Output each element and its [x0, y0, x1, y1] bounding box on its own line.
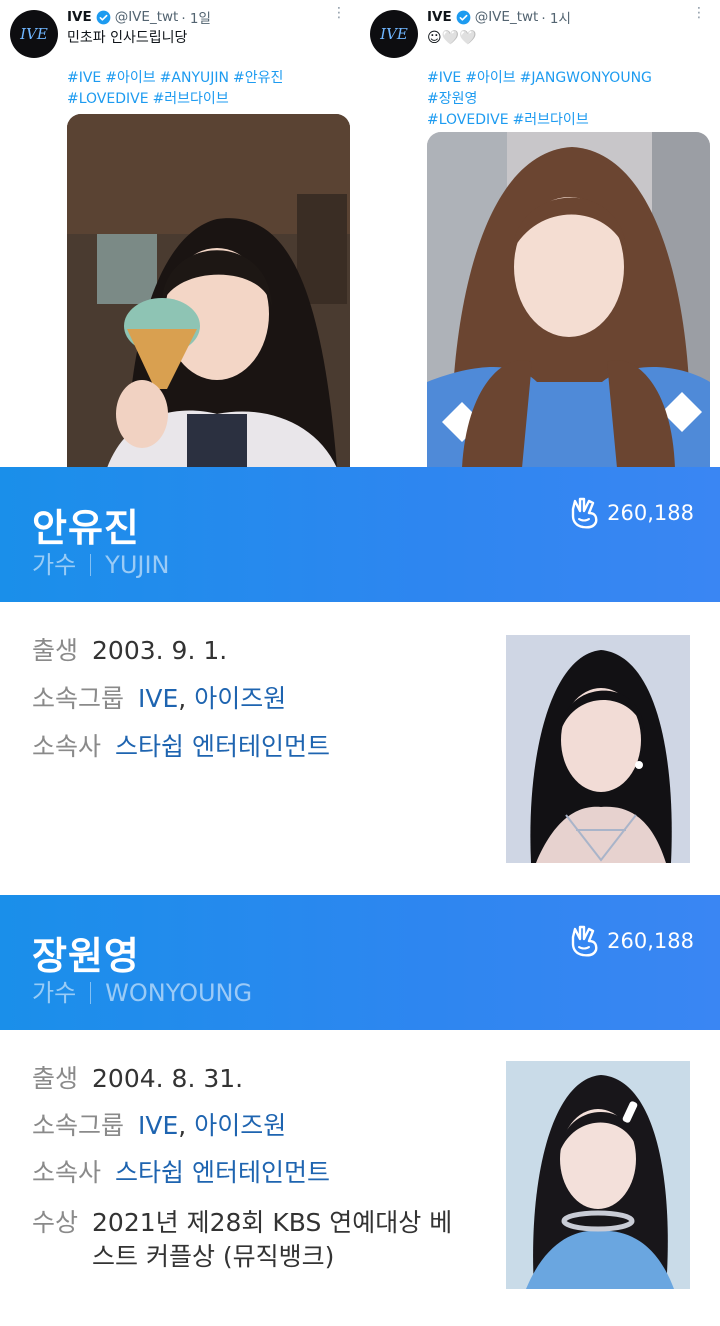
tweets-area: IVE IVE @IVE_twt · 1일 ⋮ 민초파 인사드립니당 #IVE #…	[0, 0, 720, 468]
profile-role: 가수 YUJIN	[32, 545, 170, 580]
profile-portrait	[506, 635, 690, 863]
tweet-photo[interactable]	[67, 114, 350, 468]
fan-count-value: 260,188	[607, 929, 694, 953]
divider	[90, 982, 92, 1004]
profile-name: 안유진	[32, 506, 140, 550]
tweet-hashtags: #IVE #아이브 #ANYUJIN #안유진 #LOVEDIVE #러브다이브	[67, 68, 357, 110]
agency-link[interactable]: 스타쉽 엔터테인먼트	[115, 732, 330, 761]
profile-header: 장원영 가수 WONYOUNG 260,188	[0, 895, 720, 1030]
fan-count[interactable]: 260,188	[569, 497, 694, 529]
verified-badge-icon	[96, 10, 111, 24]
ive-avatar[interactable]: IVE	[370, 10, 418, 58]
group-label: 소속그룹	[32, 684, 125, 713]
tweet-header: IVE @IVE_twt · 1시	[427, 7, 571, 27]
tweet-author-name[interactable]: IVE	[427, 9, 452, 25]
birth-row: 출생 2003. 9. 1.	[32, 634, 227, 668]
agency-row: 소속사 스타쉽 엔터테인먼트	[32, 1156, 330, 1190]
profile-role: 가수 WONYOUNG	[32, 973, 252, 1008]
fan-count[interactable]: 260,188	[569, 925, 694, 957]
divider	[90, 554, 92, 576]
hashtag-link[interactable]: #러브다이브	[513, 112, 589, 128]
tweet-header: IVE @IVE_twt · 1일	[67, 7, 211, 27]
ive-avatar[interactable]: IVE	[10, 10, 58, 58]
ive-logo-icon: IVE	[379, 25, 408, 43]
birth-value: 2003. 9. 1.	[92, 636, 228, 665]
hashtag-link[interactable]: #안유진	[233, 70, 283, 86]
hashtag-link[interactable]: #장원영	[427, 91, 477, 107]
group-link[interactable]: 아이즈원	[194, 1111, 286, 1140]
birth-label: 출생	[32, 636, 79, 665]
tweet-card[interactable]: IVE IVE @IVE_twt · 1시 ⋮ ☺🤍🤍 #IVE #아이브 #JAN…	[360, 0, 720, 468]
profile-occupation: 가수	[32, 979, 77, 1007]
svg-text:IVE: IVE	[379, 25, 408, 43]
selfie-photo	[427, 132, 710, 468]
birth-label: 출생	[32, 1064, 79, 1093]
more-options-icon[interactable]: ⋮	[332, 6, 346, 20]
hashtag-link[interactable]: #러브다이브	[153, 91, 229, 107]
profile-stage-name: WONYOUNG	[105, 979, 253, 1007]
profile-info: 출생 2003. 9. 1. 소속그룹 IVE, 아이즈원 소속사 스타쉽 엔터테인먼…	[0, 602, 720, 895]
ive-logo-icon: IVE	[19, 25, 48, 43]
ice-cream-selfie-photo	[67, 114, 350, 468]
profile-info: 출생 2004. 8. 31. 소속그룹 IVE, 아이즈원 소속사 스타쉽 엔터테인…	[0, 1030, 720, 1326]
award-value: 2021년 제28회 KBS 연예대상 베스트 커플상 (뮤직뱅크)	[92, 1208, 453, 1271]
tweet-text: 민초파 인사드립니당	[67, 30, 188, 46]
group-row: 소속그룹 IVE, 아이즈원	[32, 682, 286, 716]
tweet-text: ☺🤍🤍	[427, 30, 477, 46]
group-separator: ,	[178, 1111, 187, 1140]
tweet-photo[interactable]	[427, 132, 710, 468]
profile-photo[interactable]	[506, 1061, 690, 1289]
agency-label: 소속사	[32, 1158, 102, 1187]
verified-badge-icon	[456, 10, 471, 24]
profile-header: 안유진 가수 YUJIN 260,188	[0, 467, 720, 602]
group-link[interactable]: IVE	[138, 684, 178, 713]
group-link[interactable]: 아이즈원	[194, 684, 286, 713]
tweet-handle[interactable]: @IVE_twt	[115, 9, 179, 25]
hashtag-link[interactable]: #IVE	[427, 70, 461, 86]
agency-link[interactable]: 스타쉽 엔터테인먼트	[115, 1158, 330, 1187]
hashtag-link[interactable]: #ANYUJIN	[160, 70, 229, 86]
more-options-icon[interactable]: ⋮	[692, 6, 706, 20]
award-label: 수상	[32, 1208, 79, 1237]
hashtag-link[interactable]: #LOVEDIVE	[67, 91, 149, 107]
agency-row: 소속사 스타쉽 엔터테인먼트	[32, 730, 330, 764]
profile-name: 장원영	[32, 934, 140, 978]
hashtag-link[interactable]: #아이브	[465, 70, 515, 86]
profile-occupation: 가수	[32, 551, 77, 579]
tweet-card[interactable]: IVE IVE @IVE_twt · 1일 ⋮ 민초파 인사드립니당 #IVE #…	[0, 0, 360, 468]
tweet-time[interactable]: · 1시	[541, 7, 571, 27]
award-row: 수상 2021년 제28회 KBS 연예대상 베스트 커플상 (뮤직뱅크)	[32, 1206, 462, 1274]
svg-text:IVE: IVE	[19, 25, 48, 43]
hashtag-link[interactable]: #아이브	[105, 70, 155, 86]
group-row: 소속그룹 IVE, 아이즈원	[32, 1109, 286, 1143]
vlive-hand-icon	[571, 925, 598, 957]
tweet-author-name[interactable]: IVE	[67, 9, 92, 25]
hashtag-link[interactable]: #JANGWONYOUNG	[520, 70, 652, 86]
birth-row: 출생 2004. 8. 31.	[32, 1062, 243, 1096]
fan-count-value: 260,188	[607, 501, 694, 525]
group-label: 소속그룹	[32, 1111, 125, 1140]
profile-portrait	[506, 1061, 690, 1289]
profile-stage-name: YUJIN	[105, 551, 170, 579]
hashtag-link[interactable]: #LOVEDIVE	[427, 112, 509, 128]
group-link[interactable]: IVE	[138, 1111, 178, 1140]
tweet-time[interactable]: · 1일	[181, 7, 211, 27]
hashtag-link[interactable]: #IVE	[67, 70, 101, 86]
birth-value: 2004. 8. 31.	[92, 1064, 244, 1093]
tweet-handle[interactable]: @IVE_twt	[475, 9, 539, 25]
vlive-hand-icon	[571, 497, 598, 529]
agency-label: 소속사	[32, 732, 102, 761]
profile-photo[interactable]	[506, 635, 690, 863]
group-separator: ,	[178, 684, 187, 713]
tweet-hashtags: #IVE #아이브 #JANGWONYOUNG #장원영 #LOVEDIVE #러브다…	[427, 68, 717, 131]
